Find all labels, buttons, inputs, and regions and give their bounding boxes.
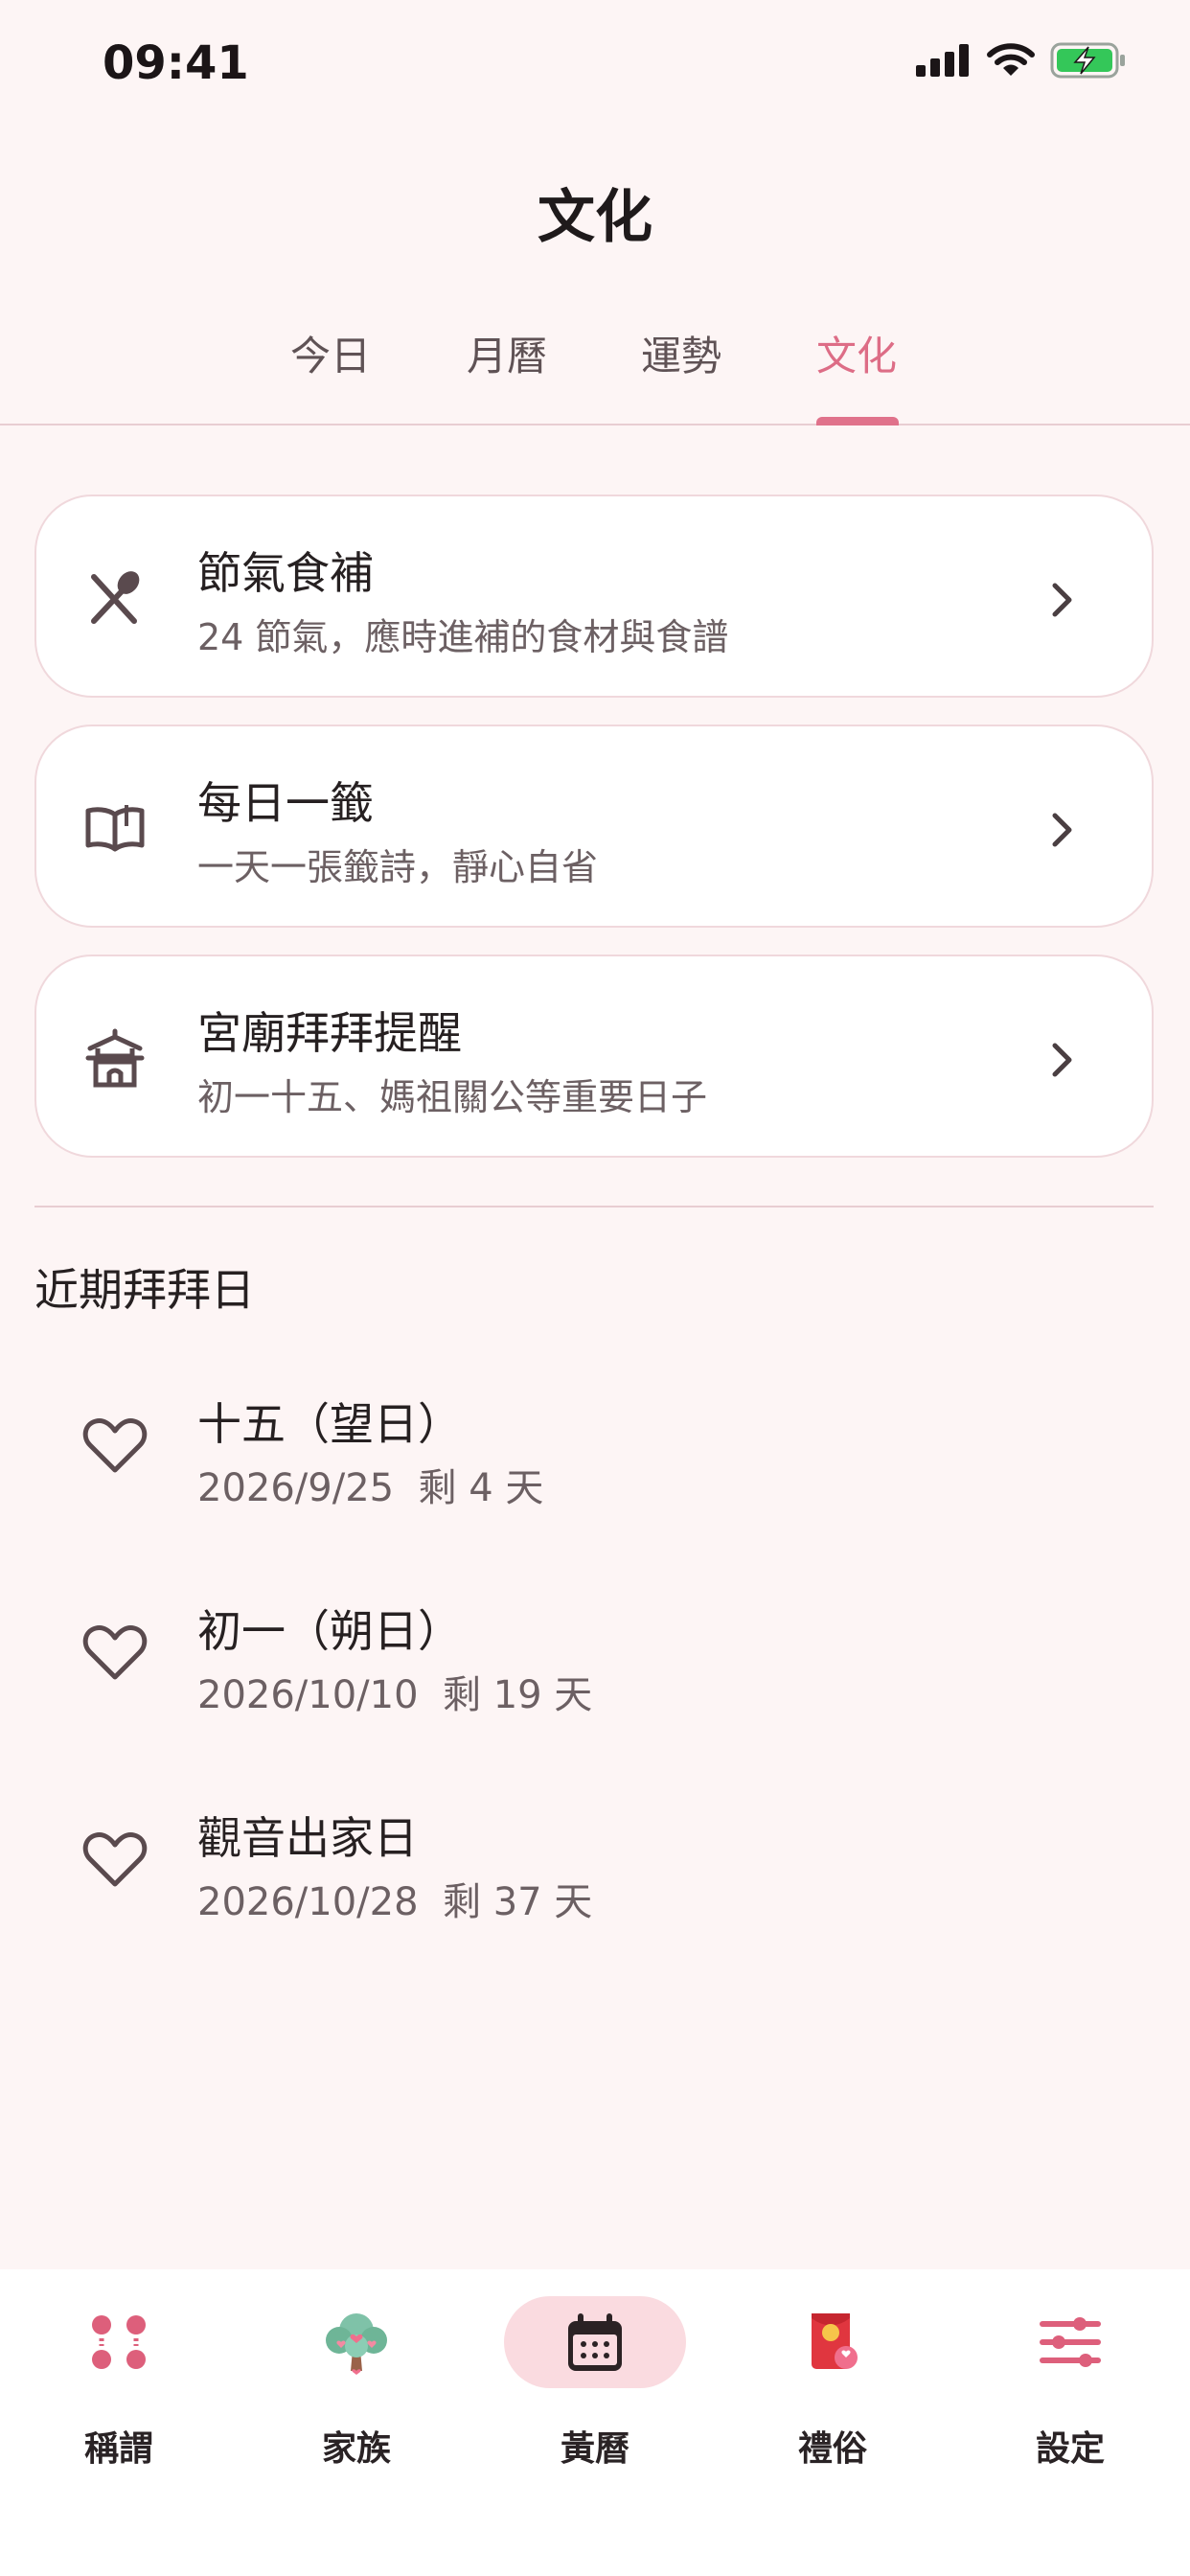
open-book-icon [85,805,145,852]
item-remaining: 剩 4 天 [418,1466,544,1510]
chevron-right-icon [1052,583,1072,617]
card-temple-reminder[interactable]: 宮廟拜拜提醒 初一十五、媽祖關公等重要日子 [34,954,1154,1158]
nav-item-settings[interactable]: 設定 [965,2269,1176,2480]
nav-label: 禮俗 [797,2429,867,2469]
section-title-upcoming: 近期拜拜日 [34,1264,255,1316]
card-subtitle: 24 節氣，應時進補的食材與食譜 [197,616,729,658]
item-date: 2026/10/10 [197,1673,419,1717]
item-remaining: 剩 37 天 [442,1880,593,1924]
item-date-line: 2026/10/28 剩 37 天 [197,1871,592,1926]
wifi-icon [987,43,1035,76]
status-bar: 09:41 [0,0,1190,134]
item-date-line: 2026/9/25 剩 4 天 [197,1457,543,1512]
calendar-icon [568,2313,622,2371]
nav-item-titles[interactable]: 稱謂 [13,2269,224,2480]
sliders-icon [1040,2317,1101,2367]
tab-today[interactable]: 今日 [290,324,371,382]
status-time: 09:41 [103,36,249,90]
heart-icon [82,1625,148,1680]
item-date: 2026/9/25 [197,1466,395,1510]
section-divider [34,1206,1154,1208]
card-daily-fortune-stick[interactable]: 每日一籤 一天一張籤詩，靜心自省 [34,724,1154,928]
nav-label: 設定 [1035,2429,1105,2469]
chevron-right-icon [1052,813,1072,847]
card-solar-term-food[interactable]: 節氣食補 24 節氣，應時進補的食材與食譜 [34,494,1154,698]
temple-icon [85,1028,145,1088]
nav-label: 家族 [321,2429,391,2469]
item-date: 2026/10/28 [197,1880,419,1924]
nav-item-customs[interactable]: 禮俗 [727,2269,938,2480]
card-subtitle: 一天一張籤詩，靜心自省 [197,846,599,888]
battery-charging-icon [1050,42,1125,79]
active-tab-indicator [816,417,899,426]
heart-icon [82,1418,148,1473]
nav-label: 稱謂 [83,2429,153,2469]
red-envelope-icon [812,2313,858,2369]
tab-fortune[interactable]: 運勢 [641,324,721,382]
card-subtitle: 初一十五、媽祖關公等重要日子 [197,1076,708,1118]
nav-label: 黃曆 [560,2429,629,2469]
item-title: 十五（望日） [197,1398,462,1450]
card-title: 節氣食補 [197,547,374,599]
tab-culture[interactable]: 文化 [816,324,897,382]
card-title: 每日一籤 [197,777,374,829]
chevron-right-icon [1052,1043,1072,1077]
nav-item-family[interactable]: 家族 [251,2269,462,2480]
item-date-line: 2026/10/10 剩 19 天 [197,1664,592,1719]
tab-bar: 今日 月曆 運勢 文化 [0,316,1190,426]
utensils-icon [91,571,140,624]
card-title: 宮廟拜拜提醒 [197,1007,462,1059]
heart-icon [82,1832,148,1887]
item-remaining: 剩 19 天 [442,1673,593,1717]
item-title: 初一（朔日） [197,1605,462,1657]
nav-item-almanac[interactable]: 黃曆 [490,2269,700,2480]
page-title: 文化 [538,184,652,251]
tab-calendar[interactable]: 月曆 [467,324,547,382]
signal-icon [916,44,969,77]
dots-grid-icon [92,2315,146,2369]
family-tree-icon [326,2313,387,2375]
status-icons [916,42,1127,79]
bottom-nav: 稱謂 家族 黃曆 禮俗 設定 [0,2269,1190,2576]
item-title: 觀音出家日 [197,1812,418,1864]
